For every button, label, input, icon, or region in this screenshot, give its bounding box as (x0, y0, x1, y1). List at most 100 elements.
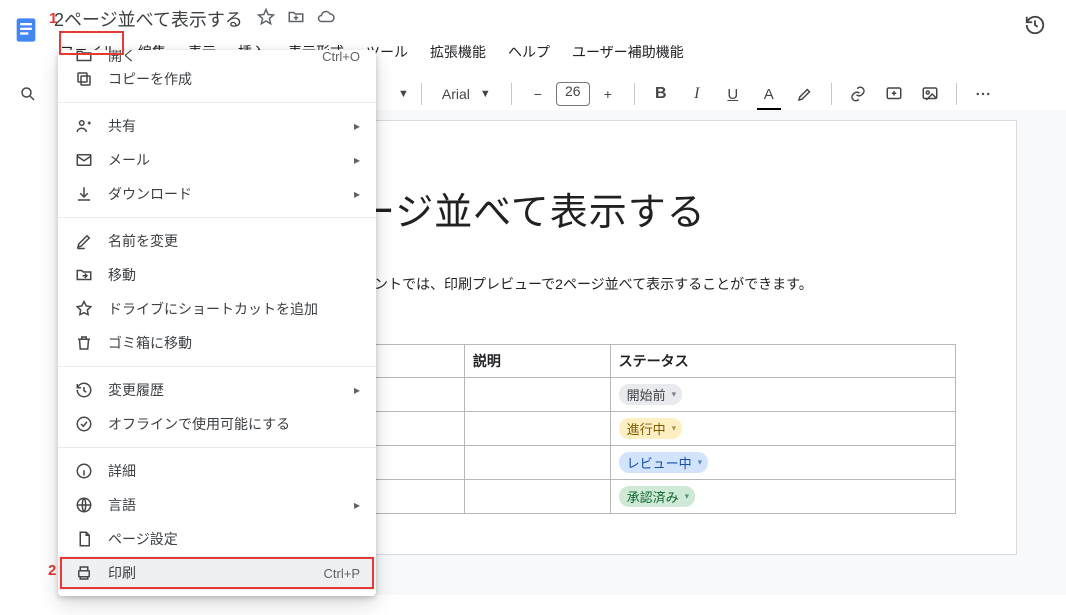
menu-item-print[interactable]: 印刷 Ctrl+P (58, 556, 376, 590)
toolbar-separator (421, 83, 422, 105)
chevron-down-icon: ▼ (480, 88, 491, 100)
menu-item-language[interactable]: 言語 ▸ (58, 488, 376, 522)
menu-item-label: メール (108, 150, 340, 170)
history-icon (74, 381, 94, 399)
star-icon[interactable] (257, 8, 275, 31)
menu-item-add-shortcut[interactable]: ドライブにショートカットを追加 (58, 292, 376, 326)
menu-item-label: 名前を変更 (108, 231, 360, 251)
menu-item-label: 共有 (108, 116, 340, 136)
toolbar-separator (831, 83, 832, 105)
menu-item-label: 移動 (108, 265, 360, 285)
menu-item-label: 開く (108, 50, 308, 62)
document-title[interactable]: 2ページ並べて表示する (50, 6, 247, 32)
toolbar-separator (511, 83, 512, 105)
menu-item-label: 言語 (108, 495, 340, 515)
move-folder-icon (74, 266, 94, 284)
table-row: 進行中 (319, 412, 956, 446)
italic-button[interactable]: I (683, 80, 711, 108)
menu-item-version-history[interactable]: 変更履歴 ▸ (58, 373, 376, 407)
menu-item-rename[interactable]: 名前を変更 (58, 224, 376, 258)
menu-item-open[interactable]: 開く Ctrl+O (58, 50, 376, 62)
menu-item-download[interactable]: ダウンロード ▸ (58, 177, 376, 211)
menu-item-label: 変更履歴 (108, 380, 340, 400)
cloud-icon[interactable] (317, 8, 335, 31)
trash-icon (74, 334, 94, 352)
submenu-arrow-icon: ▸ (354, 153, 360, 167)
menu-item-label: オフラインで使用可能にする (108, 414, 360, 434)
menu-help[interactable]: ヘルプ (498, 38, 560, 66)
submenu-arrow-icon: ▸ (354, 119, 360, 133)
decrease-fontsize-button[interactable]: − (524, 80, 552, 108)
submenu-arrow-icon: ▸ (354, 498, 360, 512)
menu-separator (58, 102, 376, 103)
history-icon[interactable] (1024, 14, 1046, 41)
menu-item-shortcut: Ctrl+O (322, 50, 360, 62)
menu-item-label: ページ設定 (108, 529, 360, 549)
increase-fontsize-button[interactable]: + (594, 80, 622, 108)
document-paragraph: ドキュメントでは、印刷プレビューで2ページ並べて表示することができます。 (318, 274, 956, 294)
folder-open-icon (74, 50, 94, 62)
status-chip[interactable]: 開始前 (619, 384, 683, 405)
table-header: 説明 (464, 345, 610, 378)
download-icon (74, 185, 94, 203)
annotation-2: 2 (48, 562, 56, 579)
menu-separator (58, 366, 376, 367)
menu-item-share[interactable]: 共有 ▸ (58, 109, 376, 143)
more-toolbar-icon[interactable] (969, 80, 997, 108)
highlight-button[interactable] (791, 80, 819, 108)
status-chip[interactable]: 進行中 (619, 418, 683, 439)
info-icon (74, 462, 94, 480)
underline-button[interactable]: U (719, 80, 747, 108)
share-icon (74, 117, 94, 135)
search-menus-icon[interactable] (14, 80, 42, 108)
toolbar-separator (956, 83, 957, 105)
document-table[interactable]: イル 説明 ステータス 開始前 進行中 レビュー中 承認済み (318, 344, 956, 514)
fontsize-input[interactable]: 26 (556, 82, 590, 106)
insert-image-button[interactable] (916, 80, 944, 108)
submenu-arrow-icon: ▸ (354, 187, 360, 201)
file-menu-dropdown: 開く Ctrl+O コピーを作成 共有 ▸ メール ▸ ダウンロード ▸ 名前を… (58, 50, 376, 596)
menu-item-move[interactable]: 移動 (58, 258, 376, 292)
copy-icon (74, 70, 94, 88)
font-family-label: Arial (442, 86, 470, 102)
toolbar-separator (634, 83, 635, 105)
menu-accessibility[interactable]: ユーザー補助機能 (562, 38, 694, 66)
table-row: レビュー中 (319, 446, 956, 480)
page-icon (74, 530, 94, 548)
text-color-button[interactable]: A (755, 80, 783, 108)
rename-icon (74, 232, 94, 250)
menu-item-label: 印刷 (108, 563, 310, 583)
menu-item-label: コピーを作成 (108, 69, 360, 89)
font-family-select[interactable]: Arial ▼ (434, 86, 499, 102)
docs-icon (12, 12, 40, 48)
menu-extensions[interactable]: 拡張機能 (420, 38, 496, 66)
print-icon (74, 564, 94, 582)
status-chip[interactable]: 承認済み (619, 486, 696, 507)
table-row: 承認済み (319, 480, 956, 514)
menu-item-make-copy[interactable]: コピーを作成 (58, 62, 376, 96)
menu-item-page-setup[interactable]: ページ設定 (58, 522, 376, 556)
menu-item-label: ドライブにショートカットを追加 (108, 299, 360, 319)
menu-item-label: ゴミ箱に移動 (108, 333, 360, 353)
offline-icon (74, 415, 94, 433)
table-header-row: イル 説明 ステータス (319, 345, 956, 378)
menu-item-details[interactable]: 詳細 (58, 454, 376, 488)
add-comment-button[interactable] (880, 80, 908, 108)
bold-button[interactable]: B (647, 80, 675, 108)
menu-item-trash[interactable]: ゴミ箱に移動 (58, 326, 376, 360)
chevron-down-icon[interactable]: ▼ (398, 88, 409, 100)
shortcut-icon (74, 300, 94, 318)
insert-link-button[interactable] (844, 80, 872, 108)
docs-logo[interactable] (8, 6, 44, 54)
move-icon[interactable] (287, 8, 305, 31)
menu-separator (58, 217, 376, 218)
table-row: 開始前 (319, 378, 956, 412)
status-chip[interactable]: レビュー中 (619, 452, 709, 473)
menu-item-offline[interactable]: オフラインで使用可能にする (58, 407, 376, 441)
menu-item-shortcut: Ctrl+P (324, 566, 360, 581)
menu-item-email[interactable]: メール ▸ (58, 143, 376, 177)
globe-icon (74, 496, 94, 514)
submenu-arrow-icon: ▸ (354, 383, 360, 397)
menu-item-label: ダウンロード (108, 184, 340, 204)
menu-separator (58, 447, 376, 448)
